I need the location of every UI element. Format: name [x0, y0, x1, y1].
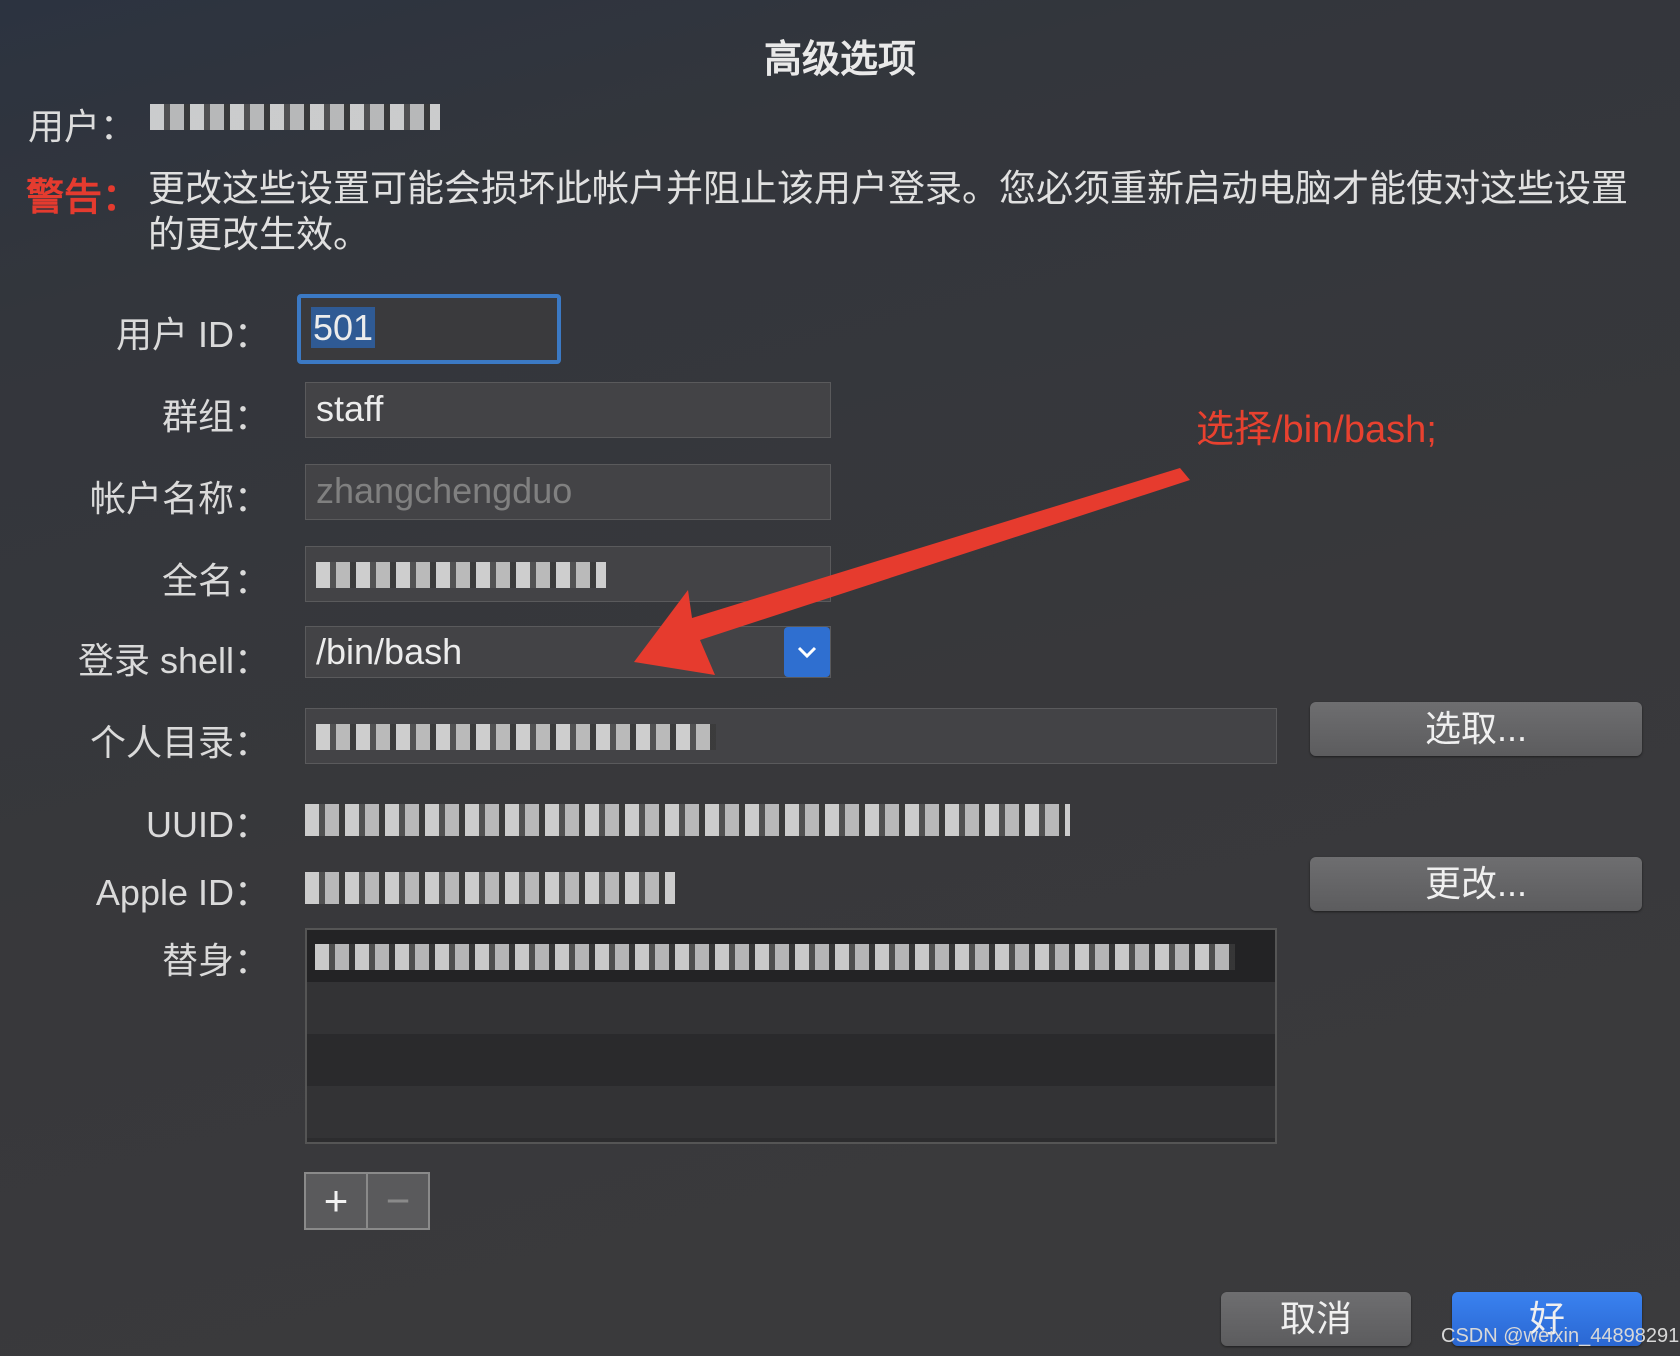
apple-id-label: Apple ID：	[95, 872, 270, 913]
group-label: 群组：	[161, 396, 270, 437]
login-shell-value: /bin/bash	[316, 631, 463, 672]
aliases-label: 替身：	[161, 940, 270, 981]
annotation-text: 选择/bin/bash;	[1196, 409, 1437, 451]
uuid-redacted	[305, 804, 1070, 836]
cancel-button[interactable]: 取消	[1221, 1292, 1411, 1346]
warning-text: 更改这些设置可能会损坏此帐户并阻止该用户登录。您必须重新启动电脑才能使对这些设置…	[148, 168, 1628, 255]
home-dir-field[interactable]	[305, 708, 1277, 764]
choose-home-dir-button[interactable]: 选取...	[1310, 702, 1642, 756]
full-name-redacted	[316, 562, 606, 588]
group-field[interactable]: staff	[305, 382, 831, 438]
user-id-field[interactable]: 501	[297, 294, 561, 364]
home-dir-redacted	[316, 724, 716, 750]
home-dir-label: 个人目录：	[89, 722, 270, 763]
login-shell-label: 登录 shell：	[77, 640, 270, 681]
list-item	[307, 1086, 1275, 1138]
red-arrow-icon	[634, 468, 1190, 675]
change-apple-id-button[interactable]: 更改...	[1310, 857, 1642, 911]
warning-label: 警告：	[26, 177, 141, 219]
uuid-label: UUID：	[146, 804, 270, 845]
remove-alias-button[interactable]: −	[368, 1174, 428, 1228]
watermark: CSDN @weixin_44898291	[1441, 1325, 1680, 1347]
aliases-list[interactable]	[305, 928, 1277, 1144]
window-title: 高级选项	[763, 39, 916, 81]
user-label: 用户：	[28, 106, 137, 147]
list-item	[307, 1034, 1275, 1086]
alias-redacted	[315, 944, 1235, 970]
apple-id-redacted	[305, 872, 675, 904]
user-name-redacted	[150, 104, 440, 130]
list-item[interactable]	[307, 930, 1275, 982]
account-name-label: 帐户名称：	[89, 478, 270, 519]
alias-add-remove-control: + −	[304, 1172, 430, 1230]
user-id-label: 用户 ID：	[115, 314, 270, 355]
list-item	[307, 982, 1275, 1034]
user-id-value: 501	[311, 307, 376, 348]
full-name-label: 全名：	[161, 560, 270, 601]
add-alias-button[interactable]: +	[306, 1174, 368, 1228]
